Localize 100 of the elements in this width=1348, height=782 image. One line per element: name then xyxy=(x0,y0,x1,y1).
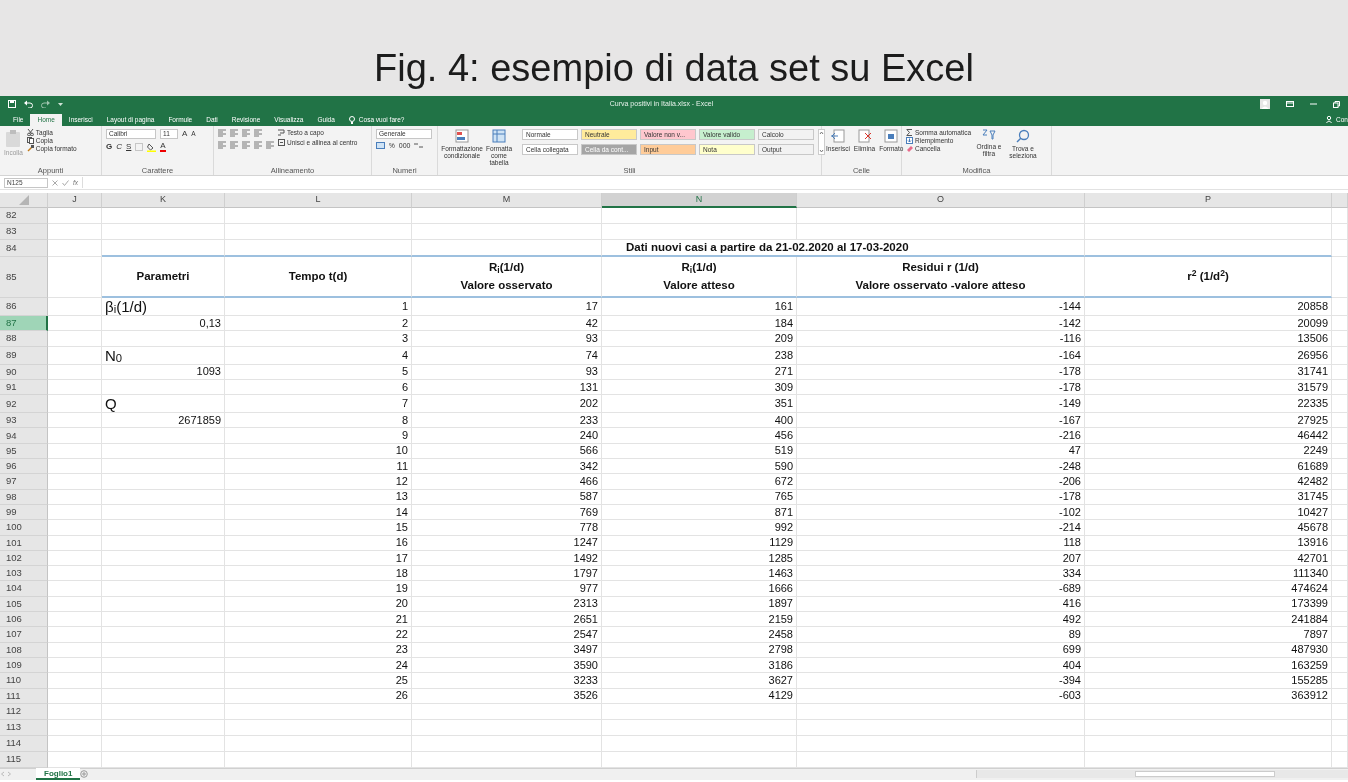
minimize-icon[interactable] xyxy=(1310,101,1317,107)
accounting-format-icon[interactable] xyxy=(376,142,385,150)
table-cell: 6 xyxy=(225,379,412,396)
sort-filter-icon xyxy=(982,129,996,141)
column-header[interactable]: P xyxy=(1085,193,1332,208)
table-cell xyxy=(1332,627,1348,643)
table-cell xyxy=(48,379,102,396)
fill-color-icon[interactable] xyxy=(147,142,157,152)
table-cell xyxy=(1332,443,1348,460)
row-header[interactable]: 97 xyxy=(0,474,48,490)
table-cell xyxy=(1332,346,1348,365)
row-header[interactable]: 88 xyxy=(0,331,48,347)
row-header[interactable]: 86 xyxy=(0,298,48,316)
row-header[interactable]: 104 xyxy=(0,581,48,597)
add-sheet-icon[interactable] xyxy=(80,770,89,779)
column-header[interactable]: J xyxy=(48,193,102,208)
customize-caret-icon[interactable] xyxy=(58,102,63,106)
align-middle-icon[interactable] xyxy=(230,129,238,137)
sheet-prev-icon[interactable] xyxy=(0,771,6,778)
table-cell xyxy=(48,535,102,551)
grow-font-button[interactable]: A xyxy=(182,129,188,139)
table-cell xyxy=(1332,224,1348,240)
select-all-icon[interactable] xyxy=(18,195,29,205)
table-cell xyxy=(48,735,102,752)
row-header[interactable]: 103 xyxy=(0,566,48,582)
table-cell: 487930 xyxy=(1085,642,1332,658)
font-color-button[interactable]: A xyxy=(160,142,166,152)
row-header[interactable]: 100 xyxy=(0,520,48,536)
decrease-indent-icon[interactable] xyxy=(254,141,262,149)
bold-button[interactable]: G xyxy=(106,142,113,152)
table-cell: 163259 xyxy=(1085,657,1332,674)
increase-indent-icon[interactable] xyxy=(266,141,274,149)
table-cell: 19 xyxy=(225,581,412,597)
table-cell xyxy=(48,240,102,257)
underline-button[interactable]: S xyxy=(126,142,132,152)
row-header[interactable]: 93 xyxy=(0,413,48,429)
italic-button[interactable]: C xyxy=(116,142,122,152)
sheet-next-icon[interactable] xyxy=(6,771,12,778)
table-cell xyxy=(48,257,102,298)
save-icon[interactable] xyxy=(8,100,16,108)
row-header[interactable]: 94 xyxy=(0,428,48,444)
column-header[interactable]: L xyxy=(225,193,412,208)
row-header[interactable]: 92 xyxy=(0,395,48,414)
align-center-icon[interactable] xyxy=(230,141,238,149)
table-cell xyxy=(1332,535,1348,551)
table-cell: 590 xyxy=(602,459,797,475)
enter-icon[interactable] xyxy=(62,179,69,186)
column-header[interactable]: O xyxy=(797,193,1085,208)
column-header[interactable]: N xyxy=(602,193,797,208)
row-header[interactable]: 84 xyxy=(0,240,48,257)
column-header-filler xyxy=(1332,193,1348,208)
row-header[interactable]: 82 xyxy=(0,208,48,224)
row-header[interactable]: 110 xyxy=(0,673,48,689)
cancel-icon[interactable] xyxy=(52,179,58,186)
row-header[interactable]: 106 xyxy=(0,612,48,628)
table-cell: 155285 xyxy=(1085,673,1332,689)
table-cell xyxy=(1332,331,1348,347)
table-cell: 9 xyxy=(225,428,412,444)
redo-icon[interactable] xyxy=(41,100,50,108)
gallery-scroll-icon[interactable] xyxy=(818,129,825,155)
table-cell xyxy=(1332,459,1348,475)
table-cell: 184 xyxy=(602,316,797,332)
table-cell: 207 xyxy=(797,550,1085,567)
table-cell: 20858 xyxy=(1085,298,1332,316)
table-cell: -144 xyxy=(797,298,1085,316)
table-cell: 26 xyxy=(225,688,412,704)
table-cell: 11 xyxy=(225,459,412,475)
decimal-places-icon[interactable] xyxy=(414,142,424,150)
align-right-icon[interactable] xyxy=(242,141,250,149)
table-cell: 24 xyxy=(225,657,412,674)
table-cell xyxy=(1332,489,1348,505)
scrollbar-thumb[interactable] xyxy=(1135,771,1275,778)
undo-icon[interactable] xyxy=(24,100,33,108)
borders-icon[interactable] xyxy=(135,143,144,151)
table-cell xyxy=(1332,581,1348,597)
column-heading: Tempo t(d) xyxy=(225,257,412,298)
table-cell: 342 xyxy=(412,459,602,475)
table-cell: 238 xyxy=(602,346,797,365)
table-cell: 3497 xyxy=(412,642,602,658)
orientation-icon[interactable] xyxy=(254,129,262,137)
horizontal-scrollbar[interactable] xyxy=(976,770,1348,779)
brush-icon xyxy=(26,145,34,153)
align-top-icon[interactable] xyxy=(218,129,226,137)
sheet-tab[interactable]: Foglio1 xyxy=(36,768,81,781)
row-header[interactable]: 107 xyxy=(0,627,48,643)
table-cell: 271 xyxy=(602,364,797,380)
align-left-icon[interactable] xyxy=(218,141,226,149)
column-header[interactable]: M xyxy=(412,193,602,208)
table-cell: -167 xyxy=(797,413,1085,429)
row-header[interactable]: 85 xyxy=(0,257,48,298)
user-avatar-icon[interactable] xyxy=(1260,99,1270,109)
column-header[interactable]: K xyxy=(102,193,225,208)
restore-icon[interactable] xyxy=(1333,100,1340,108)
row-header[interactable]: 83 xyxy=(0,224,48,240)
row-header[interactable]: 96 xyxy=(0,459,48,475)
table-cell: 10427 xyxy=(1085,504,1332,521)
table-cell xyxy=(48,395,102,414)
align-bottom-icon[interactable] xyxy=(242,129,250,137)
ribbon-display-icon[interactable] xyxy=(1286,101,1294,107)
table-cell: 1285 xyxy=(602,550,797,567)
